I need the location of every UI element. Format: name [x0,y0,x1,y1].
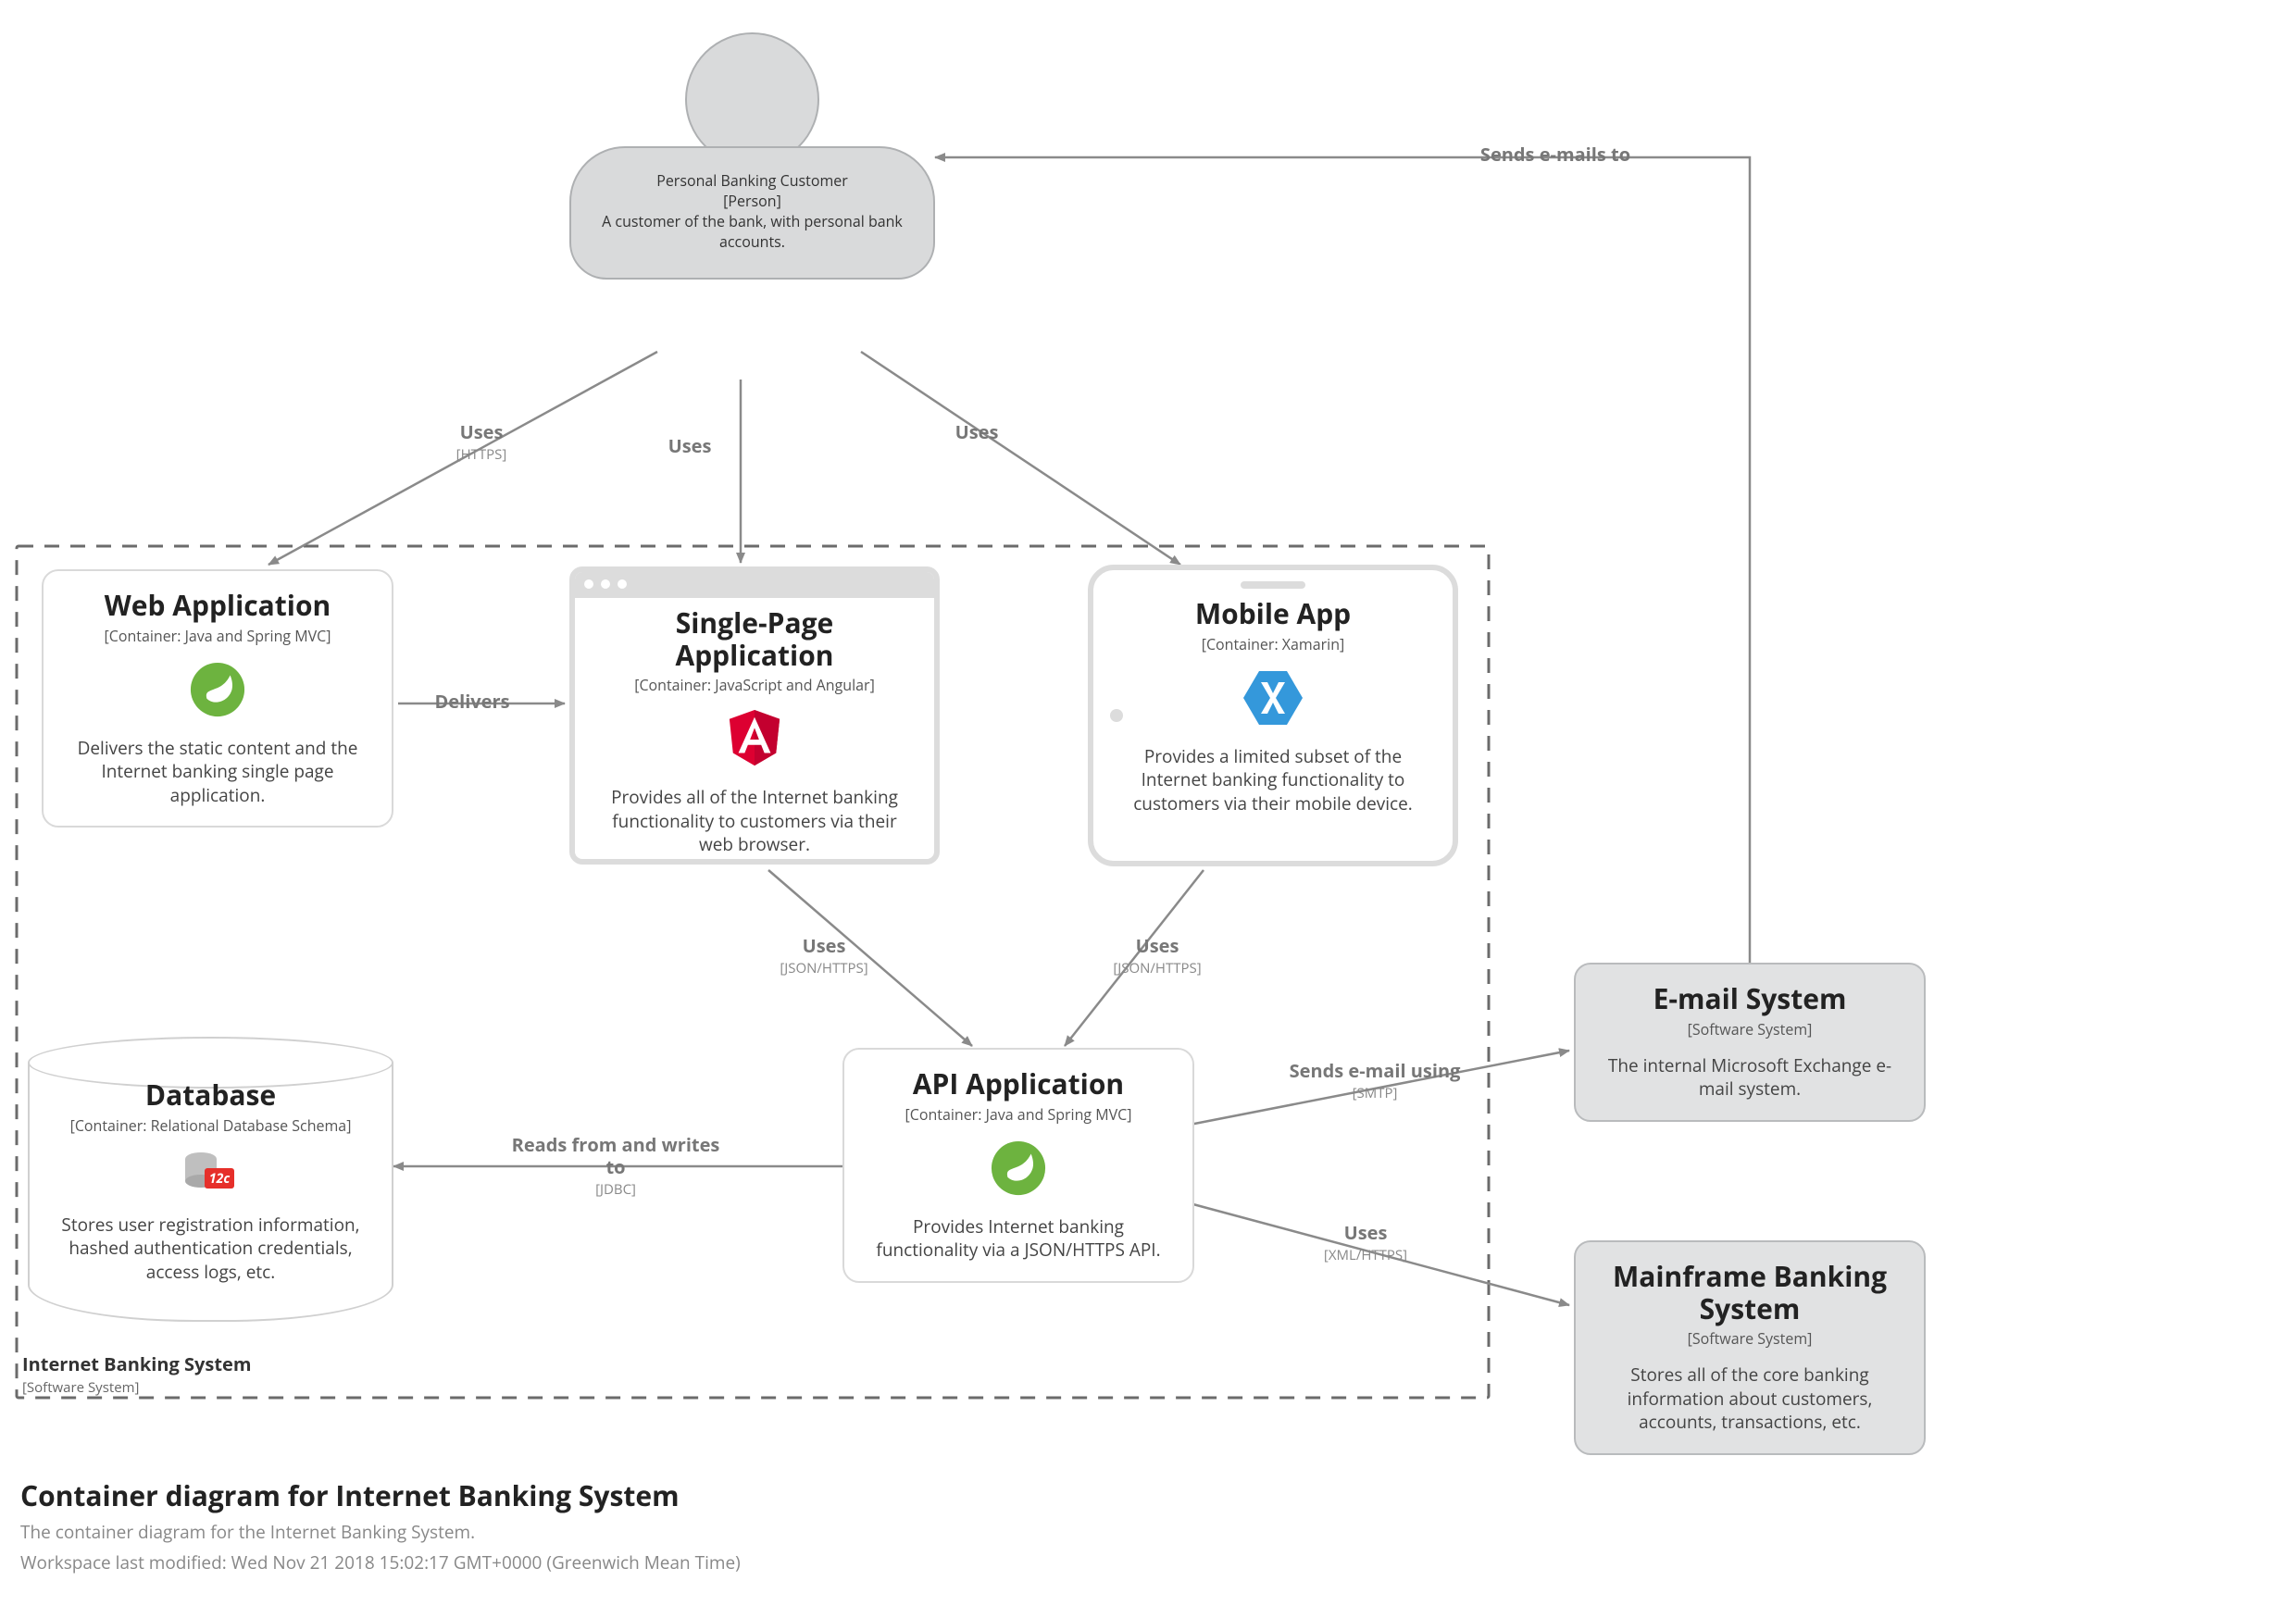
db-node: Database [Container: Relational Database… [32,1076,389,1302]
edge-email-person: Sends e-mails to [1444,143,1666,166]
browser-dots [584,579,627,589]
spring-icon [861,1136,1176,1201]
boundary-label: Internet Banking System [Software System… [22,1351,251,1397]
spa-title: Single-Page Application [595,607,914,671]
mobile-node: Mobile App [Container: Xamarin] Provides… [1097,592,1449,834]
xamarin-icon [1114,666,1432,730]
edge-mobile-api: Uses [JSON/HTTPS] [1083,935,1231,977]
email-node: E-mail System [Software System] The inte… [1574,963,1926,1122]
spa-node: Single-Page Application [Container: Java… [579,602,930,876]
api-title: API Application [861,1068,1176,1101]
edge-uses-spa: Uses [648,435,731,457]
email-title: E-mail System [1592,983,1907,1015]
edge-uses-mobile: Uses [935,421,1018,443]
person-stereo: [Person] [595,191,909,211]
edge-delivers: Delivers [407,691,537,713]
web-application-node: Web Application [Container: Java and Spr… [42,569,393,828]
api-node: API Application [Container: Java and Spr… [842,1048,1194,1283]
mainframe-desc: Stores all of the core banking informati… [1592,1363,1907,1435]
mainframe-stereo: [Software System] [1592,1328,1907,1349]
mobile-speaker [1241,581,1305,589]
web-desc: Delivers the static content and the Inte… [60,737,375,808]
api-desc: Provides Internet banking functionality … [861,1215,1176,1263]
spa-stereo: [Container: JavaScript and Angular] [595,675,914,695]
browser-titlebar [575,572,934,598]
svg-text:12c: 12c [208,1170,229,1188]
email-stereo: [Software System] [1592,1019,1907,1039]
db-desc: Stores user registration information, ha… [49,1214,372,1285]
diagram-subtitle: The container diagram for the Internet B… [20,1520,741,1545]
edge-api-email: Sends e-mail using [SMTP] [1282,1060,1467,1102]
diagram-modified: Workspace last modified: Wed Nov 21 2018… [20,1550,741,1575]
db-title: Database [49,1079,372,1112]
mainframe-title: Mainframe Banking System [1592,1261,1907,1325]
web-title: Web Application [60,590,375,622]
edge-api-db: Reads from and writes to [JDBC] [505,1134,727,1199]
person-title: Personal Banking Customer [595,170,909,191]
edge-spa-api: Uses [JSON/HTTPS] [750,935,898,977]
oracle-icon: 12c [49,1147,372,1199]
api-stereo: [Container: Java and Spring MVC] [861,1104,1176,1125]
mobile-stereo: [Container: Xamarin] [1114,634,1432,654]
mobile-title: Mobile App [1114,598,1432,630]
edge-uses-web: Uses [HTTPS] [426,421,537,464]
email-desc: The internal Microsoft Exchange e-mail s… [1592,1054,1907,1101]
person-node: Personal Banking Customer [Person] A cus… [569,146,935,280]
spring-icon [60,657,375,722]
mainframe-node: Mainframe Banking System [Software Syste… [1574,1240,1926,1455]
diagram-footer: Container diagram for Internet Banking S… [20,1476,741,1574]
angular-icon [595,706,914,771]
db-stereo: [Container: Relational Database Schema] [49,1115,372,1136]
mobile-desc: Provides a limited subset of the Interne… [1114,745,1432,816]
edge-api-mainframe: Uses [XML/HTTPS] [1282,1222,1449,1264]
web-stereo: [Container: Java and Spring MVC] [60,626,375,646]
diagram-title: Container diagram for Internet Banking S… [20,1476,741,1514]
spa-desc: Provides all of the Internet banking fun… [595,786,914,857]
person-desc: A customer of the bank, with personal ba… [595,211,909,252]
